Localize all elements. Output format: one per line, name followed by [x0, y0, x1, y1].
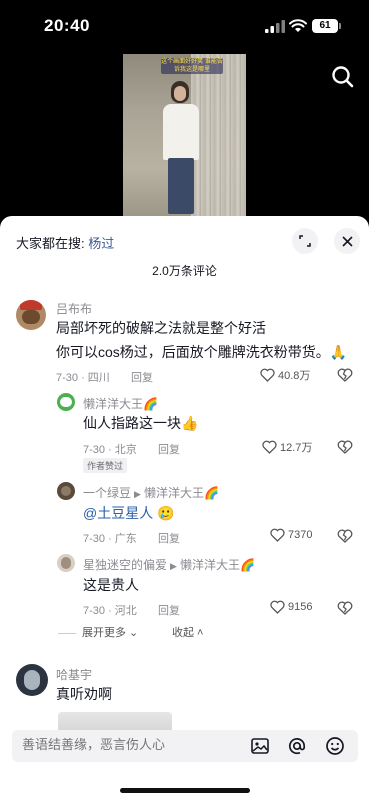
comment-text: 你可以cos杨过，后面放个雕牌洗衣粉带货。🙏: [56, 344, 348, 360]
comment-date-location: 7-30 · 四川: [56, 372, 110, 384]
battery-indicator: 61: [312, 19, 341, 33]
commenter-name-text: 一个绿豆: [83, 486, 132, 500]
comment-input-bar: [12, 730, 358, 762]
comment-date-location: 7-30 · 广东: [83, 533, 137, 545]
like-button[interactable]: 7370: [270, 528, 312, 542]
reply-to-name[interactable]: 懒洋洋大王🌈: [144, 486, 219, 500]
comment-text: 仙人指路这一块👍: [83, 415, 199, 431]
close-button[interactable]: [334, 228, 360, 254]
comment-text: 局部坏死的破解之法就是整个好活: [56, 320, 266, 336]
comment-date-location: 7-30 · 河北: [83, 605, 137, 617]
heart-icon: [260, 368, 275, 382]
comment-count: 2.0万条评论: [152, 264, 217, 278]
home-indicator: [120, 788, 250, 793]
status-time: 20:40: [44, 16, 90, 35]
video-caption: 这个画面好好笑 谁能告诉我这是哪里: [161, 58, 223, 74]
wifi-icon: [289, 19, 307, 32]
commenter-name[interactable]: 星独迷空的偏爱 ▶ 懒洋洋大王🌈: [83, 556, 255, 573]
collapse-button[interactable]: 收起 ˄: [172, 624, 203, 640]
expand-icon: [299, 235, 311, 247]
heart-icon: [270, 600, 285, 614]
comment-input[interactable]: [22, 737, 232, 752]
avatar[interactable]: [57, 554, 75, 572]
like-count: 9156: [288, 601, 313, 613]
commenter-name[interactable]: 一个绿豆 ▶ 懒洋洋大王🌈: [83, 484, 219, 501]
expand-button[interactable]: [292, 228, 318, 254]
comment-text: @土豆星人 🥲: [83, 505, 175, 521]
like-button[interactable]: 9156: [270, 600, 312, 614]
comment-text: 真听劝啊: [56, 686, 112, 702]
collapse-label: 收起: [172, 627, 194, 639]
chevron-down-icon: ⌄: [126, 627, 139, 639]
dislike-icon[interactable]: [337, 440, 353, 454]
status-bar: 20:40 61: [0, 0, 369, 52]
close-icon: [341, 235, 353, 247]
video-player[interactable]: 这个画面好好笑 谁能告诉我这是哪里: [123, 54, 246, 218]
reply-button[interactable]: 回复: [158, 441, 180, 457]
search-suggestion-prefix: 大家都在搜:: [16, 236, 85, 251]
avatar[interactable]: [16, 300, 46, 330]
mention-icon[interactable]: [287, 736, 307, 756]
heart-icon: [262, 440, 277, 454]
like-count: 40.8万: [278, 370, 311, 382]
heart-icon: [270, 528, 285, 542]
reply-to-name[interactable]: 懒洋洋大王🌈: [180, 558, 255, 572]
search-icon[interactable]: [330, 64, 356, 90]
like-count: 12.7万: [280, 442, 313, 454]
reply-arrow-icon: ▶: [170, 561, 177, 571]
video-person-face: [174, 86, 186, 101]
chevron-up-icon: ˄: [194, 627, 204, 639]
expand-more-button[interactable]: 展开更多 ⌄: [82, 624, 138, 640]
dislike-icon[interactable]: [337, 529, 353, 543]
avatar[interactable]: [57, 393, 75, 411]
commenter-name[interactable]: 懒洋洋大王🌈: [83, 395, 158, 412]
image-icon[interactable]: [250, 736, 270, 756]
avatar[interactable]: [16, 664, 48, 696]
avatar[interactable]: [57, 482, 75, 500]
reply-button[interactable]: 回复: [131, 369, 153, 385]
emoji-icon[interactable]: [325, 736, 345, 756]
search-suggestion[interactable]: 大家都在搜: 杨过: [16, 233, 114, 252]
cellular-signal-icon: [265, 20, 285, 33]
dislike-icon[interactable]: [337, 368, 353, 382]
comment-sheet: 大家都在搜: 杨过 2.0万条评论 吕布布 局部坏死的破解之法就是整个好活 你可…: [0, 216, 369, 800]
reply-button[interactable]: 回复: [158, 602, 180, 618]
commenter-name-text: 星独迷空的偏爱: [83, 558, 168, 572]
video-person-shirt: [163, 104, 199, 160]
author-liked-badge: 作者赞过: [83, 458, 128, 473]
search-suggestion-term[interactable]: 杨过: [88, 236, 114, 251]
comment-date-location: 7-30 · 北京: [83, 444, 137, 456]
like-count: 7370: [288, 529, 313, 541]
like-button[interactable]: 12.7万: [262, 439, 312, 455]
expand-more-label: 展开更多: [82, 627, 126, 639]
like-button[interactable]: 40.8万: [260, 367, 310, 383]
reply-arrow-icon: ▶: [134, 489, 141, 499]
reply-button[interactable]: 回复: [158, 530, 180, 546]
video-background: [191, 54, 246, 218]
dislike-icon[interactable]: [337, 601, 353, 615]
thread-divider: [58, 633, 76, 634]
video-person-pants: [168, 158, 194, 214]
comment-text: 这是贵人: [83, 577, 139, 593]
commenter-name[interactable]: 吕布布: [56, 300, 92, 317]
commenter-name[interactable]: 哈基宇: [56, 666, 92, 683]
